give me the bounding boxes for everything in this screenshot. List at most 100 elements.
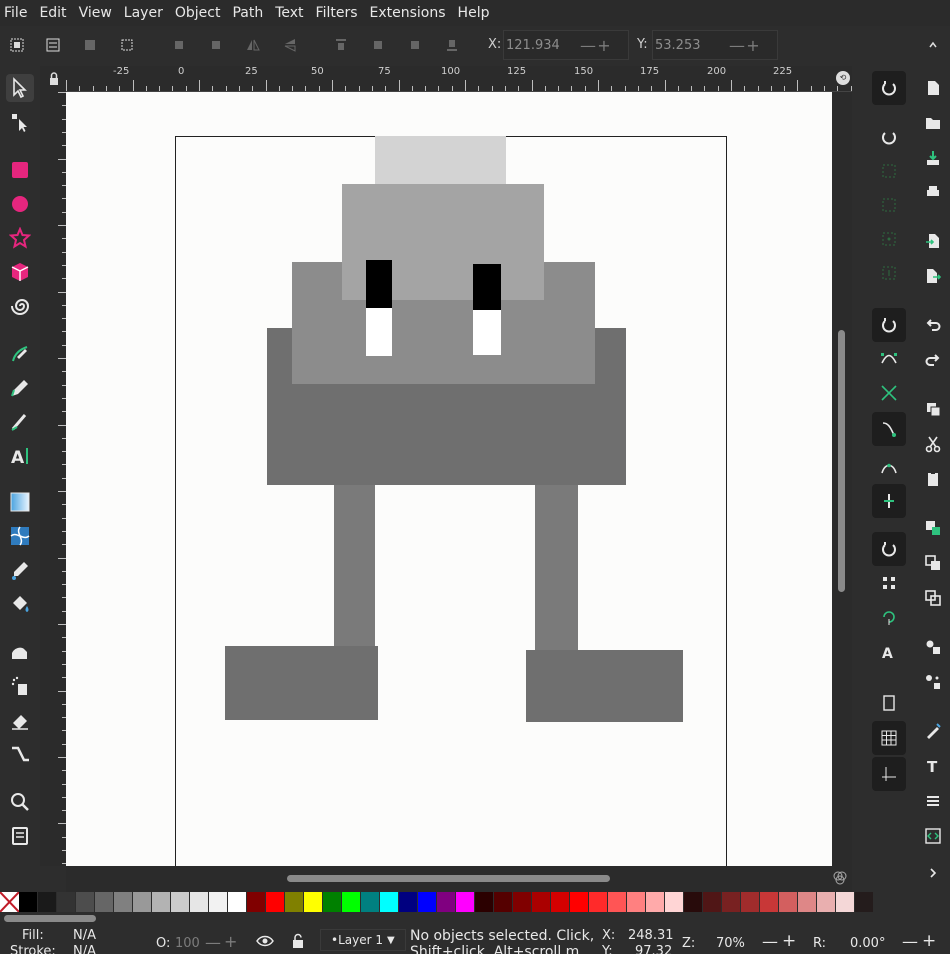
color-swatch[interactable] — [57, 892, 76, 912]
gradient-tool[interactable] — [6, 488, 34, 516]
color-swatch[interactable] — [836, 892, 855, 912]
color-swatch[interactable] — [779, 892, 798, 912]
color-swatch[interactable] — [342, 892, 361, 912]
color-swatch[interactable] — [266, 892, 285, 912]
color-swatch[interactable] — [95, 892, 114, 912]
selector-tool[interactable] — [6, 74, 34, 102]
snap-midpoint-button[interactable] — [872, 484, 906, 518]
zoom-value[interactable]: 70% — [716, 936, 745, 951]
color-swatch[interactable] — [38, 892, 57, 912]
connector-tool[interactable] — [6, 740, 34, 768]
drawing-canvas[interactable] — [66, 92, 832, 866]
lower-to-bottom-icon[interactable] — [444, 37, 460, 53]
color-swatch[interactable] — [532, 892, 551, 912]
color-swatch[interactable] — [228, 892, 247, 912]
rotation-value[interactable]: 0.00° — [850, 936, 885, 951]
clone-button[interactable] — [922, 552, 944, 574]
color-swatch[interactable] — [665, 892, 684, 912]
color-swatch[interactable] — [19, 892, 38, 912]
x-increment-icon[interactable]: + — [596, 36, 612, 55]
open-button[interactable] — [922, 112, 944, 134]
eraser-tool[interactable] — [6, 706, 34, 734]
lower-icon[interactable] — [407, 37, 423, 53]
copy-button[interactable] — [922, 398, 944, 420]
robot-leg-right[interactable] — [535, 485, 578, 660]
transform-toggle-icon[interactable] — [119, 37, 135, 53]
dropper-tool[interactable] — [6, 556, 34, 584]
layer-visibility-icon[interactable] — [256, 934, 274, 952]
color-swatch[interactable] — [513, 892, 532, 912]
snap-toggle-button[interactable] — [872, 71, 906, 105]
horizontal-scroll-thumb[interactable] — [287, 875, 610, 882]
select-all-layers-icon[interactable] — [45, 37, 61, 53]
palette-scroll-thumb[interactable] — [4, 915, 96, 922]
menu-text[interactable]: Text — [269, 0, 309, 26]
color-swatch[interactable] — [323, 892, 342, 912]
color-swatch[interactable] — [494, 892, 513, 912]
x-decrement-icon[interactable]: — — [580, 36, 596, 55]
ellipse-tool[interactable] — [6, 190, 34, 218]
robot-leg-left[interactable] — [334, 485, 375, 655]
y-decrement-icon[interactable]: — — [729, 36, 745, 55]
import-button[interactable] — [922, 230, 944, 252]
color-swatch[interactable] — [361, 892, 380, 912]
paint-bucket-tool[interactable] — [6, 590, 34, 618]
color-swatch[interactable] — [627, 892, 646, 912]
toolbar-overflow-icon[interactable] — [925, 37, 941, 53]
color-swatch[interactable] — [684, 892, 703, 912]
snap-guides-button[interactable] — [872, 757, 906, 791]
mesh-tool[interactable] — [6, 522, 34, 550]
snap-bbox-corner-button[interactable] — [872, 188, 906, 222]
snap-grid-button[interactable] — [872, 721, 906, 755]
robot-eye-right[interactable] — [473, 264, 501, 310]
cut-button[interactable] — [922, 433, 944, 455]
spiral-tool[interactable] — [6, 292, 34, 320]
robot-eye-left-white[interactable] — [366, 308, 392, 356]
paste-button[interactable] — [922, 468, 944, 490]
select-all-icon[interactable] — [9, 37, 25, 53]
snap-smooth-nodes-button[interactable] — [872, 450, 906, 484]
palette-scrollbar[interactable] — [0, 913, 950, 925]
star-tool[interactable] — [6, 224, 34, 252]
opacity-value[interactable]: 100 — [175, 936, 200, 951]
group-button[interactable] — [922, 636, 944, 658]
color-swatch[interactable] — [608, 892, 627, 912]
deselect-icon[interactable] — [82, 37, 98, 53]
pencil-tool[interactable] — [6, 374, 34, 402]
snap-path-button[interactable] — [872, 342, 906, 376]
vertical-scrollbar[interactable] — [832, 92, 852, 866]
rotate-cw-icon[interactable] — [208, 37, 224, 53]
color-swatch[interactable] — [285, 892, 304, 912]
redo-button[interactable] — [922, 349, 944, 371]
opacity-decrement-icon[interactable]: — — [205, 933, 221, 952]
raise-icon[interactable] — [370, 37, 386, 53]
node-tool[interactable] — [6, 108, 34, 136]
3d-box-tool[interactable] — [6, 258, 34, 286]
robot-foot-right[interactable] — [526, 650, 683, 722]
text-font-button[interactable]: T — [922, 755, 944, 777]
rotate-right-icon[interactable]: + — [922, 931, 936, 951]
vertical-ruler[interactable] — [40, 92, 66, 866]
calligraphy-tool[interactable] — [6, 408, 34, 436]
new-document-button[interactable] — [922, 77, 944, 99]
snap-rotation-center-button[interactable] — [872, 600, 906, 634]
color-swatch[interactable] — [437, 892, 456, 912]
undo-button[interactable] — [922, 314, 944, 336]
pen-tool[interactable] — [6, 340, 34, 368]
zoom-out-icon[interactable]: — — [762, 932, 778, 951]
menu-filters[interactable]: Filters — [310, 0, 364, 26]
tweak-tool[interactable] — [6, 638, 34, 666]
measure-tool[interactable] — [6, 822, 34, 850]
text-tool[interactable]: A — [6, 442, 34, 470]
snap-text-baseline-button[interactable]: A — [872, 636, 906, 670]
snap-bbox-midpoint-button[interactable] — [872, 222, 906, 256]
color-swatch[interactable] — [304, 892, 323, 912]
fill-value[interactable]: N/A — [73, 928, 96, 943]
horizontal-scrollbar[interactable] — [66, 866, 852, 892]
raise-to-top-icon[interactable] — [333, 37, 349, 53]
color-swatch[interactable] — [152, 892, 171, 912]
rotate-left-icon[interactable]: — — [902, 932, 918, 951]
color-swatch[interactable] — [798, 892, 817, 912]
color-swatch[interactable] — [209, 892, 228, 912]
color-swatch[interactable] — [551, 892, 570, 912]
